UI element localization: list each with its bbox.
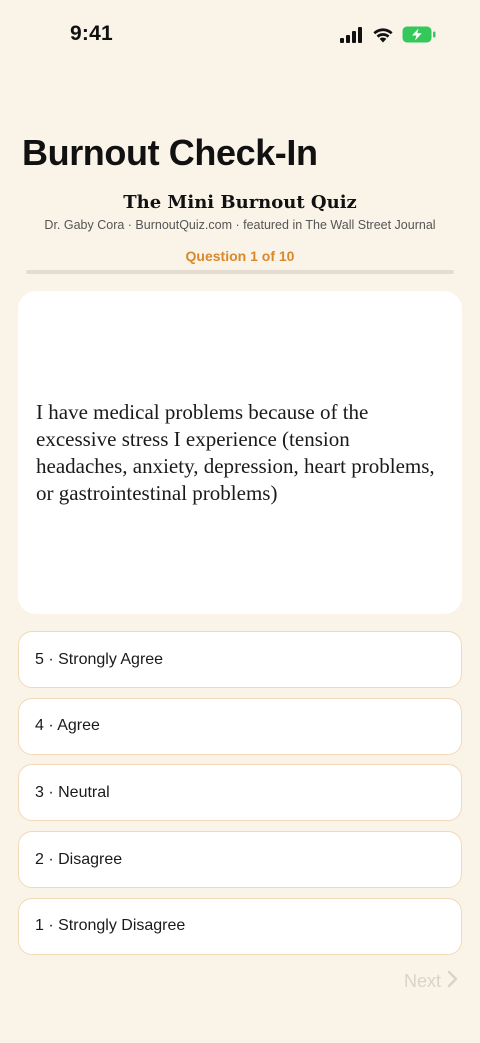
answer-option-label: 3 · Neutral <box>35 783 110 801</box>
wifi-icon <box>372 27 394 48</box>
chevron-right-icon <box>447 970 458 993</box>
question-text: I have medical problems because of the e… <box>36 399 435 505</box>
progress-bar <box>26 270 454 274</box>
answer-option-agree[interactable]: 4 · Agree <box>18 697 462 755</box>
status-icons <box>340 26 436 48</box>
answer-options: 5 · Strongly Agree 4 · Agree 3 · Neutral… <box>18 631 462 964</box>
battery-charging-icon <box>402 26 436 48</box>
answer-option-label: 5 · Strongly Agree <box>35 650 164 668</box>
quiz-title: The Mini Burnout Quiz <box>123 192 357 213</box>
answer-option-neutral[interactable]: 3 · Neutral <box>18 764 462 822</box>
cellular-signal-icon <box>340 26 364 48</box>
answer-option-strongly-disagree[interactable]: 1 · Strongly Disagree <box>18 897 462 955</box>
quiz-byline: Dr. Gaby Cora · BurnoutQuiz.com · featur… <box>44 218 436 232</box>
answer-option-label: 4 · Agree <box>35 717 100 735</box>
question-card: I have medical problems because of the e… <box>18 291 462 614</box>
page-title: Burnout Check-In <box>22 132 318 173</box>
answer-option-disagree[interactable]: 2 · Disagree <box>18 831 462 889</box>
progress-label: Question 1 of 10 <box>185 248 295 264</box>
answer-option-label: 1 · Strongly Disagree <box>35 917 186 935</box>
next-button-label: Next <box>403 971 441 991</box>
status-bar: 9:41 <box>0 0 480 72</box>
next-button[interactable]: Next <box>404 970 458 993</box>
answer-option-label: 2 · Disagree <box>35 850 123 868</box>
answer-option-strongly-agree[interactable]: 5 · Strongly Agree <box>18 631 462 688</box>
status-time: 9:41 <box>70 22 113 45</box>
